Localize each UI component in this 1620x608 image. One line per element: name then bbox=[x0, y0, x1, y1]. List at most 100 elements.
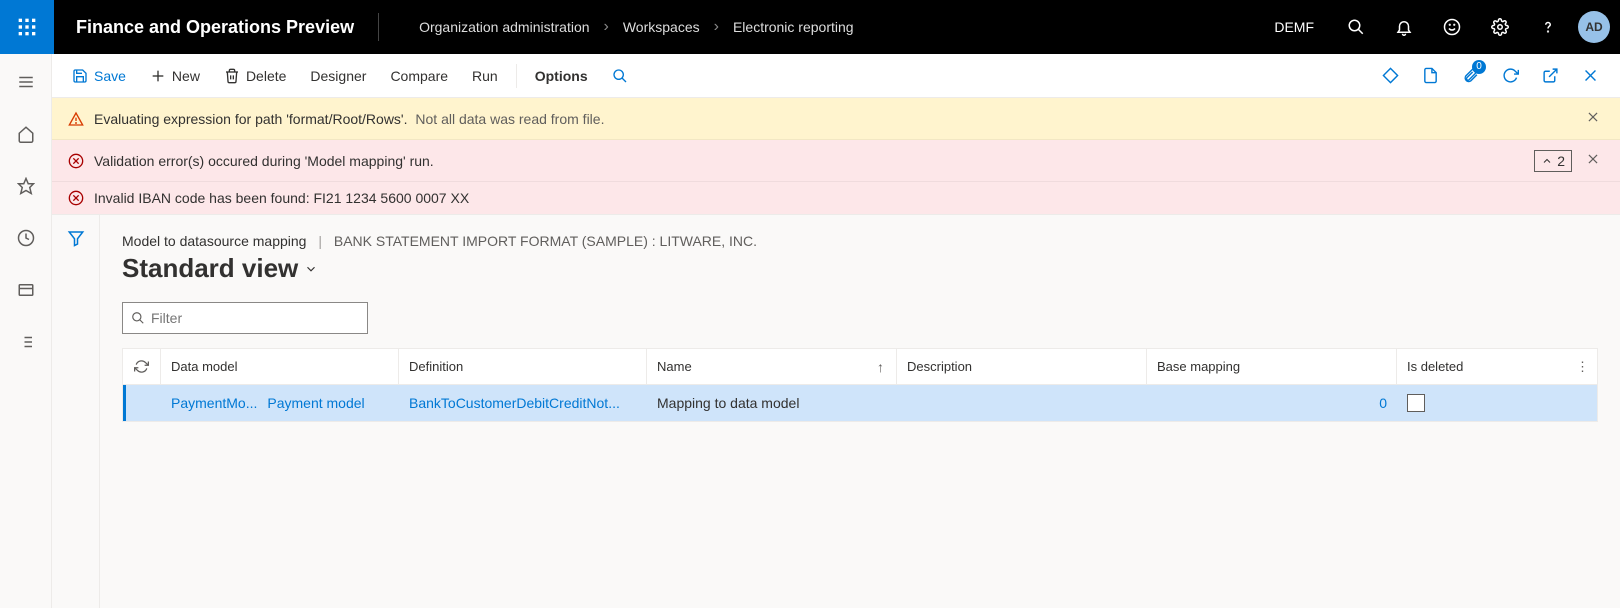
is-deleted-checkbox[interactable] bbox=[1407, 394, 1425, 412]
close-button[interactable] bbox=[1572, 58, 1608, 94]
close-icon bbox=[1582, 67, 1599, 84]
search-button[interactable] bbox=[1332, 0, 1380, 54]
nav-home[interactable] bbox=[8, 116, 44, 152]
breadcrumb-item[interactable]: Organization administration bbox=[419, 19, 589, 35]
options-button[interactable]: Options bbox=[523, 62, 600, 90]
sort-asc-icon: ↑ bbox=[877, 359, 884, 375]
app-launcher-button[interactable] bbox=[0, 0, 54, 54]
error-count: 2 bbox=[1557, 153, 1565, 169]
cell-definition[interactable]: BankToCustomerDebitCreditNot... bbox=[399, 385, 647, 421]
attachments-button[interactable]: 0 bbox=[1452, 58, 1488, 94]
view-selector[interactable]: Standard view bbox=[122, 253, 1598, 284]
error-close-button[interactable] bbox=[1582, 148, 1604, 173]
personalize-button[interactable] bbox=[1372, 58, 1408, 94]
warning-icon bbox=[68, 111, 84, 127]
new-button[interactable]: New bbox=[138, 62, 212, 90]
page-icon bbox=[1422, 67, 1439, 84]
modules-icon bbox=[17, 333, 35, 351]
grid-row[interactable]: PaymentMo... Payment model BankToCustome… bbox=[123, 385, 1597, 421]
save-label: Save bbox=[94, 68, 126, 84]
help-button[interactable] bbox=[1524, 0, 1572, 54]
designer-label: Designer bbox=[310, 68, 366, 84]
popout-button[interactable] bbox=[1532, 58, 1568, 94]
clock-icon bbox=[17, 229, 35, 247]
close-icon bbox=[1586, 110, 1600, 124]
feedback-button[interactable] bbox=[1428, 0, 1476, 54]
diamond-icon bbox=[1382, 67, 1399, 84]
bell-icon bbox=[1395, 18, 1413, 36]
gear-icon bbox=[1491, 18, 1509, 36]
filter-input[interactable] bbox=[151, 310, 359, 326]
workspace-icon bbox=[17, 281, 35, 299]
trash-icon bbox=[224, 68, 240, 84]
breadcrumb: Organization administration › Workspaces… bbox=[379, 18, 853, 36]
error-group-text: Validation error(s) occured during 'Mode… bbox=[94, 153, 1524, 169]
company-label[interactable]: DEMF bbox=[1256, 19, 1332, 35]
error-group-message: Validation error(s) occured during 'Mode… bbox=[52, 140, 1620, 182]
search-icon bbox=[1347, 18, 1365, 36]
column-description[interactable]: Description bbox=[897, 349, 1147, 384]
page-options-button[interactable] bbox=[1412, 58, 1448, 94]
warning-message: Evaluating expression for path 'format/R… bbox=[52, 98, 1620, 140]
cell-description[interactable] bbox=[897, 385, 1147, 421]
page-crumb: Model to datasource mapping | BANK STATE… bbox=[122, 233, 1598, 249]
column-base-mapping[interactable]: Base mapping bbox=[1147, 349, 1397, 384]
nav-workspaces[interactable] bbox=[8, 272, 44, 308]
nav-expand-button[interactable] bbox=[8, 64, 44, 100]
compare-button[interactable]: Compare bbox=[378, 62, 460, 90]
save-icon bbox=[72, 68, 88, 84]
hamburger-icon bbox=[17, 73, 35, 91]
run-button[interactable]: Run bbox=[460, 62, 510, 90]
grid-refresh-header[interactable] bbox=[123, 349, 161, 384]
grid-header: Data model Definition Name ↑ Description… bbox=[123, 349, 1597, 385]
smile-icon bbox=[1443, 18, 1461, 36]
column-name[interactable]: Name ↑ bbox=[647, 349, 897, 384]
filter-pane-toggle[interactable] bbox=[67, 229, 85, 608]
find-button[interactable] bbox=[600, 62, 640, 90]
nav-modules[interactable] bbox=[8, 324, 44, 360]
notifications-button[interactable] bbox=[1380, 0, 1428, 54]
designer-button[interactable]: Designer bbox=[298, 62, 378, 90]
warning-text: Evaluating expression for path 'format/R… bbox=[94, 111, 1572, 127]
search-icon bbox=[131, 311, 145, 325]
warning-close-button[interactable] bbox=[1582, 106, 1604, 131]
delete-label: Delete bbox=[246, 68, 286, 84]
error-detail-text: Invalid IBAN code has been found: FI21 1… bbox=[94, 190, 1604, 206]
close-icon bbox=[1586, 152, 1600, 166]
search-icon bbox=[612, 68, 628, 84]
home-icon bbox=[17, 125, 35, 143]
filter-input-container[interactable] bbox=[122, 302, 368, 334]
user-avatar[interactable]: AD bbox=[1578, 11, 1610, 43]
plus-icon bbox=[150, 68, 166, 84]
column-menu-button[interactable]: ⋮ bbox=[1576, 359, 1589, 375]
app-title: Finance and Operations Preview bbox=[54, 17, 378, 38]
settings-button[interactable] bbox=[1476, 0, 1524, 54]
grid: Data model Definition Name ↑ Description… bbox=[122, 348, 1598, 422]
refresh-button[interactable] bbox=[1492, 58, 1528, 94]
cell-base-mapping[interactable]: 0 bbox=[1147, 385, 1397, 421]
cell-name[interactable]: Mapping to data model bbox=[647, 385, 897, 421]
chevron-up-icon bbox=[1541, 155, 1553, 167]
save-button[interactable]: Save bbox=[60, 62, 138, 90]
cell-data-model[interactable]: PaymentMo... Payment model bbox=[161, 385, 399, 421]
column-data-model[interactable]: Data model bbox=[161, 349, 399, 384]
column-definition[interactable]: Definition bbox=[399, 349, 647, 384]
chevron-down-icon bbox=[304, 262, 318, 276]
error-detail-message: Invalid IBAN code has been found: FI21 1… bbox=[52, 182, 1620, 215]
error-collapse-toggle[interactable]: 2 bbox=[1534, 150, 1572, 172]
popout-icon bbox=[1542, 67, 1559, 84]
cmd-divider bbox=[516, 64, 517, 88]
breadcrumb-item[interactable]: Electronic reporting bbox=[733, 19, 854, 35]
breadcrumb-sep: › bbox=[604, 18, 609, 36]
waffle-icon bbox=[17, 17, 37, 37]
delete-button[interactable]: Delete bbox=[212, 62, 298, 90]
attachment-badge: 0 bbox=[1472, 60, 1486, 74]
column-is-deleted[interactable]: Is deleted ⋮ bbox=[1397, 349, 1597, 384]
nav-favorites[interactable] bbox=[8, 168, 44, 204]
new-label: New bbox=[172, 68, 200, 84]
breadcrumb-item[interactable]: Workspaces bbox=[623, 19, 700, 35]
nav-recent[interactable] bbox=[8, 220, 44, 256]
cell-is-deleted[interactable] bbox=[1397, 385, 1597, 421]
run-label: Run bbox=[472, 68, 498, 84]
funnel-icon bbox=[67, 229, 85, 247]
